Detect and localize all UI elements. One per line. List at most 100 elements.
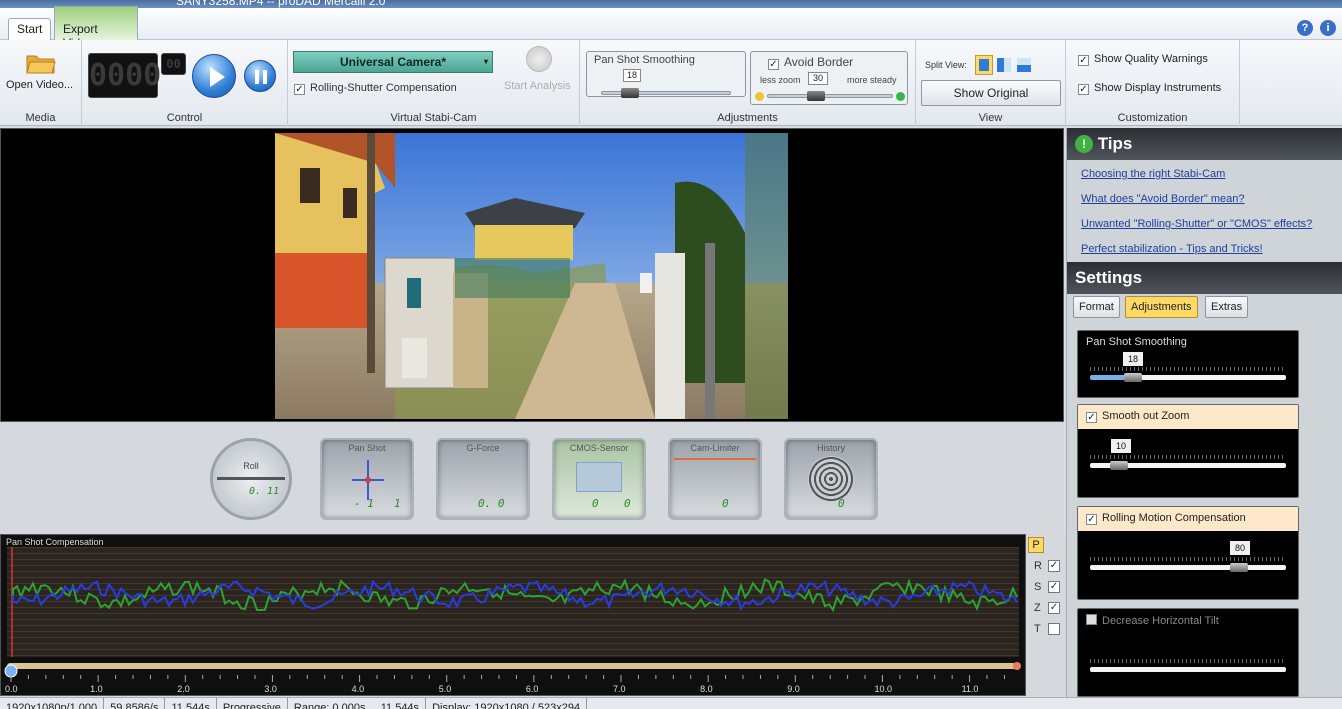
smooth-zoom-checkbox[interactable]: ✓ — [1086, 412, 1097, 423]
graph-z-label: Z — [1034, 602, 1041, 614]
split-single-icon[interactable] — [975, 55, 993, 75]
graph-t-label: T — [1034, 623, 1041, 635]
status-resolution: 1920x1080p/1.000 — [0, 698, 105, 709]
rolling-shutter-option[interactable]: ✓ Rolling-Shutter Compensation — [294, 82, 457, 95]
tips-bulb-icon: ! — [1075, 135, 1093, 153]
smooth-zoom-card-header[interactable]: ✓ Smooth out Zoom — [1078, 405, 1298, 429]
show-original-button[interactable]: Show Original — [921, 80, 1061, 106]
horizontal-tilt-card-slider[interactable] — [1090, 667, 1286, 672]
info-icon[interactable]: i — [1320, 20, 1336, 36]
pause-button[interactable] — [244, 60, 276, 92]
control-group: 0000 00 Control — [82, 40, 288, 126]
avoid-border-checkbox[interactable]: ✓ — [768, 59, 779, 70]
tips-header: ! Tips — [1067, 128, 1342, 160]
g-force-instrument: G-Force 0. 0 — [436, 438, 530, 520]
window-title: SANY3258.MP4 -- proDAD Mercalli 2.0 — [176, 0, 386, 8]
play-button[interactable] — [192, 54, 236, 98]
tip-link-avoid-border[interactable]: What does "Avoid Border" mean? — [1081, 193, 1245, 205]
pan-smoothing-card-slider[interactable] — [1090, 375, 1286, 380]
horizontal-tilt-card-label: Decrease Horizontal Tilt — [1102, 615, 1219, 627]
rolling-motion-checkbox[interactable]: ✓ — [1086, 514, 1097, 525]
settings-tab-adjustments[interactable]: Adjustments — [1125, 296, 1198, 318]
status-scan: Progressive — [217, 698, 288, 709]
display-instruments-option[interactable]: ✓ Show Display Instruments — [1078, 82, 1221, 95]
timeline-label: 5.0 — [439, 684, 452, 694]
tip-link-stabicam[interactable]: Choosing the right Stabi-Cam — [1081, 168, 1225, 180]
view-group-label: View — [978, 112, 1003, 124]
display-instruments-checkbox[interactable]: ✓ — [1078, 84, 1089, 95]
avoid-border-slider[interactable] — [767, 94, 893, 98]
rolling-shutter-checkbox[interactable]: ✓ — [294, 84, 305, 95]
pan-shot-readout-b: 1 — [394, 497, 401, 510]
video-frame[interactable] — [275, 133, 788, 419]
tab-export-video[interactable]: Export Video — [54, 6, 138, 50]
rolling-motion-card: ✓ Rolling Motion Compensation 80 — [1077, 506, 1299, 600]
horizontal-tilt-checkbox[interactable] — [1086, 614, 1097, 625]
open-folder-icon[interactable] — [26, 52, 56, 74]
settings-tab-extras[interactable]: Extras — [1205, 296, 1249, 318]
history-readout: 0 — [838, 497, 845, 510]
customization-group: ✓ Show Quality Warnings ✓ Show Display Ins… — [1066, 40, 1240, 126]
smooth-zoom-card-thumb[interactable] — [1110, 461, 1128, 470]
rolling-motion-card-header[interactable]: ✓ Rolling Motion Compensation — [1078, 507, 1298, 531]
split-vertical-icon[interactable] — [997, 58, 1011, 72]
g-force-label: G-Force — [466, 443, 500, 453]
split-horizontal-icon[interactable] — [1017, 58, 1031, 72]
pan-shot-readout-a: - 1 — [354, 497, 374, 510]
status-duration: 11.544s — [165, 698, 217, 709]
graph-s-checkbox[interactable]: ✓ — [1048, 581, 1060, 593]
settings-tab-format[interactable]: Format — [1073, 296, 1120, 318]
timeline-label: 6.0 — [526, 684, 539, 694]
cam-limiter-instrument: Cam-Limiter 0 — [668, 438, 762, 520]
horizontal-tilt-card-header[interactable]: Decrease Horizontal Tilt — [1078, 609, 1298, 633]
timeline-label: 9.0 — [787, 684, 800, 694]
frame-display: 00 — [161, 53, 186, 75]
status-display: Display: 1920x1080 / 523x294 — [426, 698, 588, 709]
tip-link-perfect-stabilization[interactable]: Perfect stabilization - Tips and Tricks! — [1081, 243, 1263, 255]
control-group-label: Control — [166, 112, 203, 124]
rolling-motion-card-thumb[interactable] — [1230, 563, 1248, 572]
graph-pin-button[interactable]: P — [1028, 537, 1044, 553]
camera-select[interactable]: Universal Camera* ▾ — [293, 51, 493, 73]
avoid-border-label: Avoid Border — [784, 55, 854, 69]
avoid-border-option[interactable]: ✓ Avoid Border — [768, 55, 853, 70]
graph-s-label: S — [1034, 581, 1042, 593]
more-steady-label: more steady — [847, 75, 897, 85]
tab-start[interactable]: Start — [8, 18, 52, 40]
quality-warnings-option[interactable]: ✓ Show Quality Warnings — [1078, 53, 1208, 66]
avoid-border-thumb[interactable] — [807, 91, 825, 101]
title-bar: SANY3258.MP4 -- proDAD Mercalli 2.0 — [0, 0, 1342, 8]
pan-smoothing-box: Pan Shot Smoothing 18 — [586, 51, 746, 98]
adjustments-group: Pan Shot Smoothing 18 ✓ Avoid Border less… — [580, 40, 916, 126]
ribbon: Open Video... Media 0000 00 Control Univ… — [0, 40, 1342, 126]
start-analysis-button[interactable]: Start Analysis — [504, 80, 571, 92]
timeline-label: 1.0 — [90, 684, 103, 694]
status-bar: 1920x1080p/1.000 59.8586/s 11.544s Progress… — [0, 697, 1342, 709]
timeline-label: 3.0 — [264, 684, 277, 694]
quality-warnings-checkbox[interactable]: ✓ — [1078, 55, 1089, 66]
status-framerate: 59.8586/s — [104, 698, 166, 709]
right-panel: ! Tips Choosing the right Stabi-Cam What… — [1066, 128, 1342, 697]
g-force-readout: 0. 0 — [478, 497, 505, 510]
display-instruments-label: Show Display Instruments — [1094, 82, 1222, 94]
graph-z-checkbox[interactable]: ✓ — [1048, 602, 1060, 614]
view-group: Split View: Show Original View — [916, 40, 1066, 126]
smooth-zoom-card-label: Smooth out Zoom — [1102, 410, 1190, 422]
graph-t-checkbox[interactable] — [1048, 623, 1060, 635]
graph-r-label: R — [1034, 560, 1042, 572]
smooth-zoom-card: ✓ Smooth out Zoom 10 — [1077, 404, 1299, 498]
tip-link-rolling-shutter[interactable]: Unwanted "Rolling-Shutter" or "CMOS" eff… — [1081, 218, 1312, 230]
pan-smoothing-card-thumb[interactable] — [1124, 373, 1142, 382]
compensation-graph[interactable]: Pan Shot Compensation 0.0 1.0 2.0 3.0 4.0 5.0… — [0, 534, 1026, 696]
rolling-motion-card-label: Rolling Motion Compensation — [1102, 512, 1246, 524]
rolling-motion-card-slider[interactable] — [1090, 565, 1286, 570]
graph-r-checkbox[interactable]: ✓ — [1048, 560, 1060, 572]
graph-options: P R ✓ S ✓ Z ✓ T — [1026, 534, 1066, 696]
camera-select-value: Universal Camera* — [339, 55, 447, 69]
help-icon[interactable]: ? — [1297, 20, 1313, 36]
adjustments-group-label: Adjustments — [717, 112, 778, 124]
open-video-button[interactable]: Open Video... — [6, 79, 73, 91]
video-scene-image — [275, 133, 788, 419]
pan-smoothing-thumb[interactable] — [621, 88, 639, 98]
pause-icon — [255, 70, 267, 84]
